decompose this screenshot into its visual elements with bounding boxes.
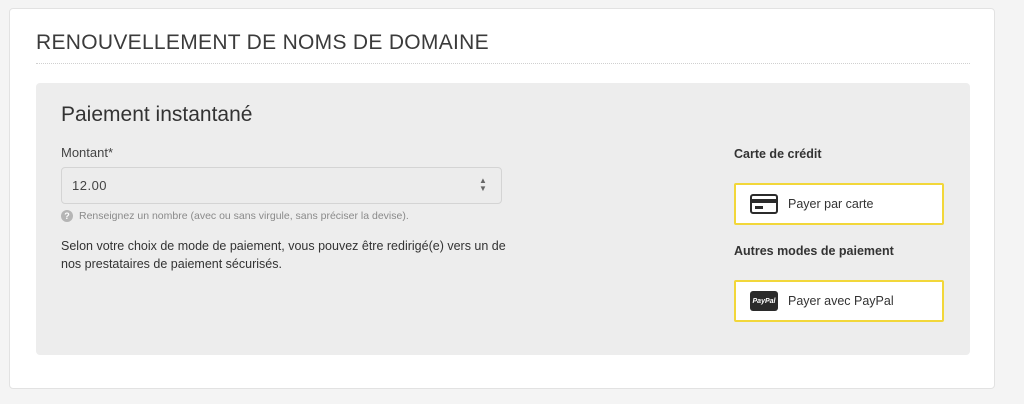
amount-label: Montant* <box>61 145 114 160</box>
instant-payment-heading: Paiement instantané <box>61 103 253 126</box>
amount-hint-text: Renseignez un nombre (avec ou sans virgu… <box>79 210 409 222</box>
help-icon: ? <box>61 210 73 222</box>
domain-renewal-card: RENOUVELLEMENT DE NOMS DE DOMAINE Paieme… <box>9 8 995 389</box>
credit-card-section-label: Carte de crédit <box>734 147 822 161</box>
pay-with-paypal-button[interactable]: PayPal Payer avec PayPal <box>734 280 944 322</box>
pay-with-paypal-label: Payer avec PayPal <box>788 294 894 308</box>
instant-payment-panel: Paiement instantané Montant* ▲ ▼ ? Rense… <box>36 83 970 355</box>
credit-card-icon <box>750 194 778 214</box>
other-methods-section-label: Autres modes de paiement <box>734 244 894 258</box>
amount-hint: ? Renseignez un nombre (avec ou sans vir… <box>61 210 409 222</box>
pay-by-card-button[interactable]: Payer par carte <box>734 183 944 225</box>
chevron-down-icon[interactable]: ▼ <box>479 185 487 193</box>
redirect-notice: Selon votre choix de mode de paiement, v… <box>61 239 506 271</box>
pay-by-card-label: Payer par carte <box>788 197 874 211</box>
title-divider <box>36 63 970 64</box>
amount-stepper[interactable]: ▲ ▼ <box>477 177 489 193</box>
page-title: RENOUVELLEMENT DE NOMS DE DOMAINE <box>36 31 489 54</box>
paypal-icon: PayPal <box>750 291 778 311</box>
amount-input[interactable] <box>61 167 502 204</box>
